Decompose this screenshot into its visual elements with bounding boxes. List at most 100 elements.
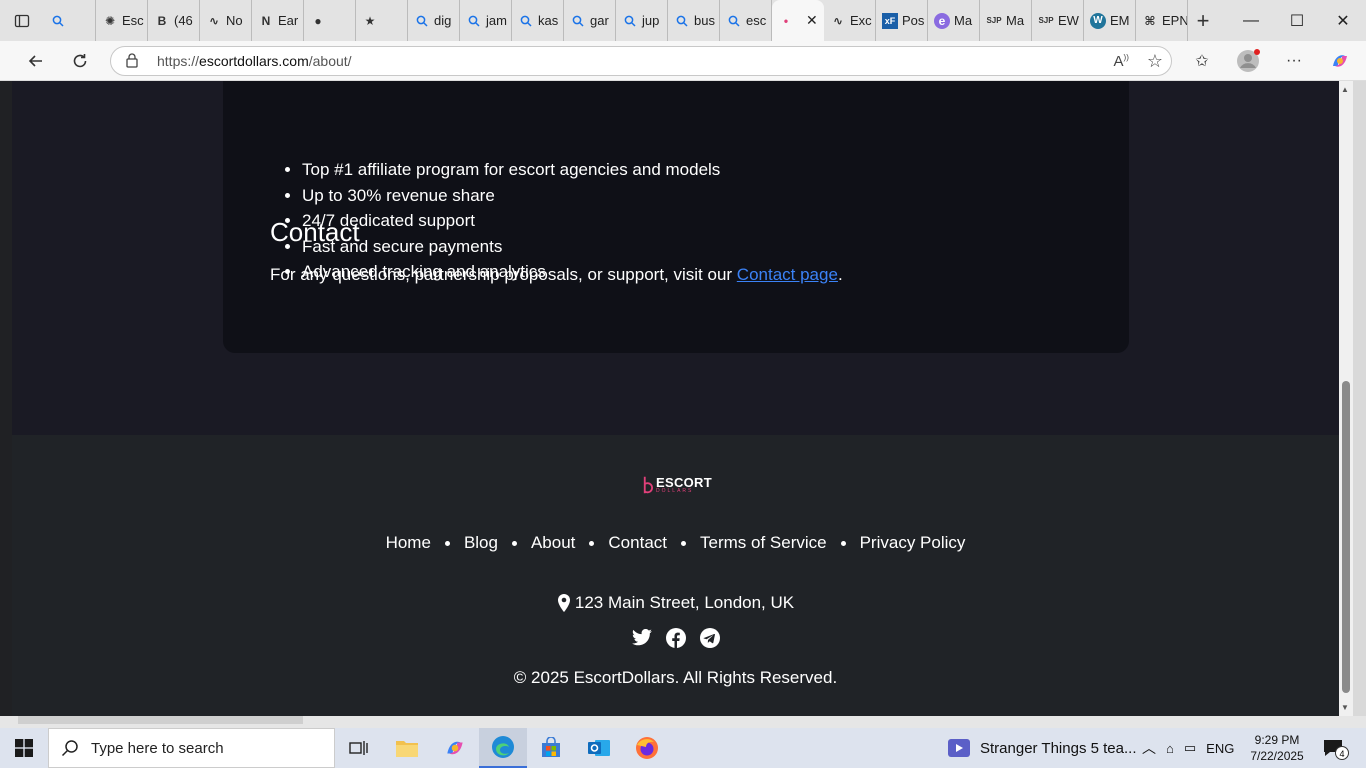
social-links	[12, 627, 1339, 649]
browser-tab[interactable]: ∿ No	[200, 0, 252, 41]
feature-item: Fast and secure payments	[302, 234, 720, 260]
back-arrow-icon	[28, 54, 42, 67]
browser-tab[interactable]: N Ear	[252, 0, 304, 41]
map-pin-icon	[557, 594, 570, 612]
start-button[interactable]	[0, 728, 48, 768]
browser-tab[interactable]: SJP Ma	[980, 0, 1032, 41]
taskbar-notification[interactable]: Stranger Things 5 tea...	[948, 728, 1136, 768]
tab-label: Exc	[850, 13, 872, 28]
tab-label: (46	[174, 13, 193, 28]
nav-separator	[444, 540, 450, 546]
language-indicator[interactable]: ENG	[1206, 741, 1234, 756]
sjp-icon: SJP	[986, 16, 1002, 25]
task-view-button[interactable]	[335, 728, 383, 768]
scroll-thumb[interactable]	[1342, 381, 1350, 693]
facebook-icon[interactable]	[665, 627, 687, 649]
contact-page-link[interactable]: Contact page	[737, 265, 838, 284]
outlook-taskbar-button[interactable]	[575, 728, 623, 768]
firefox-taskbar-button[interactable]	[623, 728, 671, 768]
nav-separator	[681, 540, 686, 546]
browser-tab[interactable]: ★	[356, 0, 408, 41]
battery-icon[interactable]: ▭	[1184, 740, 1196, 756]
copilot-button[interactable]	[1324, 45, 1356, 77]
network-icon[interactable]: ⌂	[1166, 741, 1174, 756]
footer-logo[interactable]: ESCORT DOLLARS	[642, 473, 712, 497]
globe-icon: ●	[314, 13, 322, 28]
footer-link-privacy[interactable]: Privacy Policy	[860, 533, 966, 553]
settings-menu-button[interactable]: ···	[1278, 45, 1310, 77]
minimize-button[interactable]: —	[1228, 0, 1274, 41]
tab-label: gar	[590, 13, 609, 28]
store-icon	[542, 737, 560, 757]
escort-favicon: •	[783, 13, 789, 28]
refresh-icon	[73, 53, 87, 67]
browser-tab[interactable]: gar	[564, 0, 616, 41]
chart-icon: ∿	[208, 13, 220, 28]
browser-tab[interactable]: W EM	[1084, 0, 1136, 41]
tab-label: Ear	[278, 13, 299, 28]
browser-tab[interactable]: dig	[408, 0, 460, 41]
more-dots-icon: ···	[1286, 52, 1302, 69]
edge-taskbar-button[interactable]	[479, 728, 527, 768]
refresh-button[interactable]	[58, 41, 102, 81]
file-explorer-button[interactable]	[383, 728, 431, 768]
close-window-button[interactable]: ✕	[1320, 0, 1366, 41]
video-play-icon	[948, 739, 970, 757]
tab-label: Pos	[902, 13, 925, 28]
tab-actions-button[interactable]	[0, 0, 44, 41]
footer-link-contact[interactable]: Contact	[608, 533, 667, 553]
scroll-down-icon[interactable]: ▼	[1341, 703, 1349, 712]
maximize-button[interactable]: ☐	[1274, 0, 1320, 41]
browser-tab[interactable]: ●	[304, 0, 356, 41]
new-tab-button[interactable]: +	[1188, 0, 1218, 41]
browser-tab[interactable]: ✺ Esc	[96, 0, 148, 41]
browser-tab[interactable]: B (46	[148, 0, 200, 41]
footer-link-home[interactable]: Home	[386, 533, 431, 553]
copilot-taskbar-button[interactable]	[431, 728, 479, 768]
tab-label: No	[226, 13, 243, 28]
browser-tab[interactable]: esc	[720, 0, 772, 41]
sjp-icon: SJP	[1038, 16, 1054, 25]
footer-link-about[interactable]: About	[531, 533, 575, 553]
window-edge	[1353, 81, 1366, 721]
clock[interactable]: 9:29 PM 7/22/2025	[1250, 732, 1303, 764]
chart-icon: ∿	[832, 13, 844, 28]
search-icon	[726, 13, 742, 29]
browser-tab[interactable]: ⌘ EPN	[1136, 0, 1188, 41]
browser-tab[interactable]: jam	[460, 0, 512, 41]
browser-tab[interactable]: kas	[512, 0, 564, 41]
page-scrollbar[interactable]: ▲ ▼	[1339, 81, 1353, 716]
footer-link-terms[interactable]: Terms of Service	[700, 533, 827, 553]
n-icon: N	[261, 13, 271, 28]
telegram-icon[interactable]	[699, 627, 721, 649]
read-aloud-icon[interactable]: A))	[1114, 53, 1129, 70]
store-taskbar-button[interactable]	[527, 728, 575, 768]
url-field[interactable]: https://escortdollars.com/about/ A)) ☆	[110, 46, 1172, 76]
logo-mark-icon	[643, 476, 654, 494]
browser-tab[interactable]: ∿ Exc	[824, 0, 876, 41]
nav-separator	[511, 540, 517, 546]
back-button[interactable]	[14, 41, 58, 81]
footer-link-blog[interactable]: Blog	[464, 533, 498, 553]
favorites-button[interactable]: ✩	[1186, 45, 1218, 77]
tab-label: Ma	[954, 13, 973, 28]
twitter-icon[interactable]	[631, 627, 653, 649]
browser-tab[interactable]	[44, 0, 96, 41]
browser-tab[interactable]: e Ma	[928, 0, 980, 41]
scroll-up-icon[interactable]: ▲	[1341, 85, 1349, 94]
favorites-icon: ✩	[1195, 53, 1209, 70]
search-icon	[622, 13, 638, 29]
browser-tab[interactable]: xF Pos	[876, 0, 928, 41]
taskbar-search[interactable]: Type here to search	[48, 728, 335, 768]
profile-button[interactable]	[1232, 45, 1264, 77]
favorite-star-icon[interactable]: ☆	[1147, 51, 1163, 72]
browser-tab[interactable]: • ✕	[772, 0, 824, 41]
search-icon	[570, 13, 586, 29]
browser-tab[interactable]: bus	[668, 0, 720, 41]
windows-logo-icon	[15, 739, 33, 757]
browser-tab[interactable]: SJP EW	[1032, 0, 1084, 41]
chevron-up-icon[interactable]: ︿	[1142, 738, 1156, 758]
close-tab-icon[interactable]: ✕	[806, 12, 818, 29]
browser-tab[interactable]: jup	[616, 0, 668, 41]
outlook-icon	[588, 740, 610, 756]
